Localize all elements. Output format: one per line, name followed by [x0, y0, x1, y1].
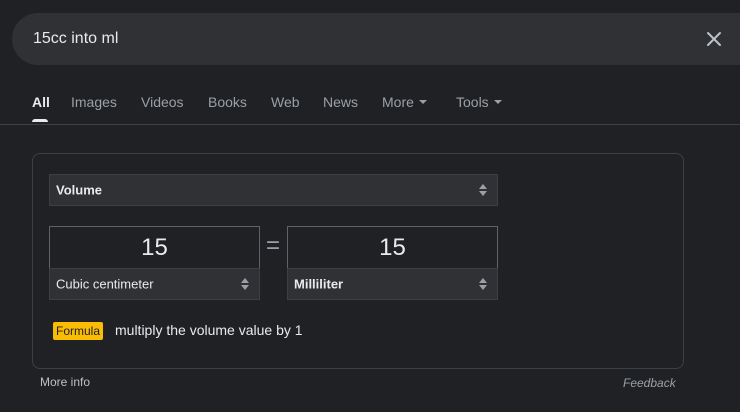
- up-down-arrows-icon: [241, 278, 249, 290]
- category-select-label: Volume: [56, 182, 102, 198]
- tab-videos[interactable]: Videos: [141, 94, 184, 110]
- unit-converter-card: Volume Cubic centimeter = Milliliter: [32, 153, 684, 369]
- active-tab-indicator: [32, 119, 48, 122]
- tab-web[interactable]: Web: [271, 94, 300, 110]
- tab-images[interactable]: Images: [71, 94, 117, 110]
- to-value-box: [287, 226, 498, 268]
- search-bar[interactable]: [12, 13, 740, 65]
- clear-search-button[interactable]: [700, 25, 728, 53]
- feedback-link[interactable]: Feedback: [623, 376, 676, 390]
- formula-badge: Formula: [53, 322, 104, 340]
- equals-sign: =: [266, 232, 281, 259]
- formula-text: multiply the volume value by 1: [115, 322, 303, 338]
- search-results-page: All Images Videos Books Web News More To…: [0, 0, 740, 412]
- tab-books[interactable]: Books: [208, 94, 247, 110]
- search-tabs: All Images Videos Books Web News More To…: [0, 86, 740, 125]
- to-value-input[interactable]: [288, 227, 497, 268]
- from-unit-label: Cubic centimeter: [56, 276, 154, 292]
- tab-news[interactable]: News: [323, 94, 358, 110]
- from-value-box: [49, 226, 260, 268]
- caret-down-icon: [493, 100, 502, 105]
- tab-tools-label: Tools: [456, 94, 489, 110]
- to-unit-select[interactable]: Milliliter: [287, 268, 498, 300]
- up-down-arrows-icon: [479, 278, 487, 290]
- more-info-link[interactable]: More info: [40, 375, 90, 389]
- category-select[interactable]: Volume: [49, 174, 498, 206]
- search-input[interactable]: [33, 13, 653, 65]
- tab-all[interactable]: All: [32, 94, 50, 110]
- to-unit-label: Milliliter: [294, 276, 344, 292]
- close-icon: [707, 32, 721, 46]
- tab-tools[interactable]: Tools: [456, 94, 502, 110]
- up-down-arrows-icon: [479, 184, 487, 196]
- from-unit-select[interactable]: Cubic centimeter: [49, 268, 260, 300]
- tab-more-label: More: [382, 94, 414, 110]
- tab-more[interactable]: More: [382, 94, 427, 110]
- from-value-input[interactable]: [50, 227, 259, 268]
- caret-down-icon: [418, 100, 427, 105]
